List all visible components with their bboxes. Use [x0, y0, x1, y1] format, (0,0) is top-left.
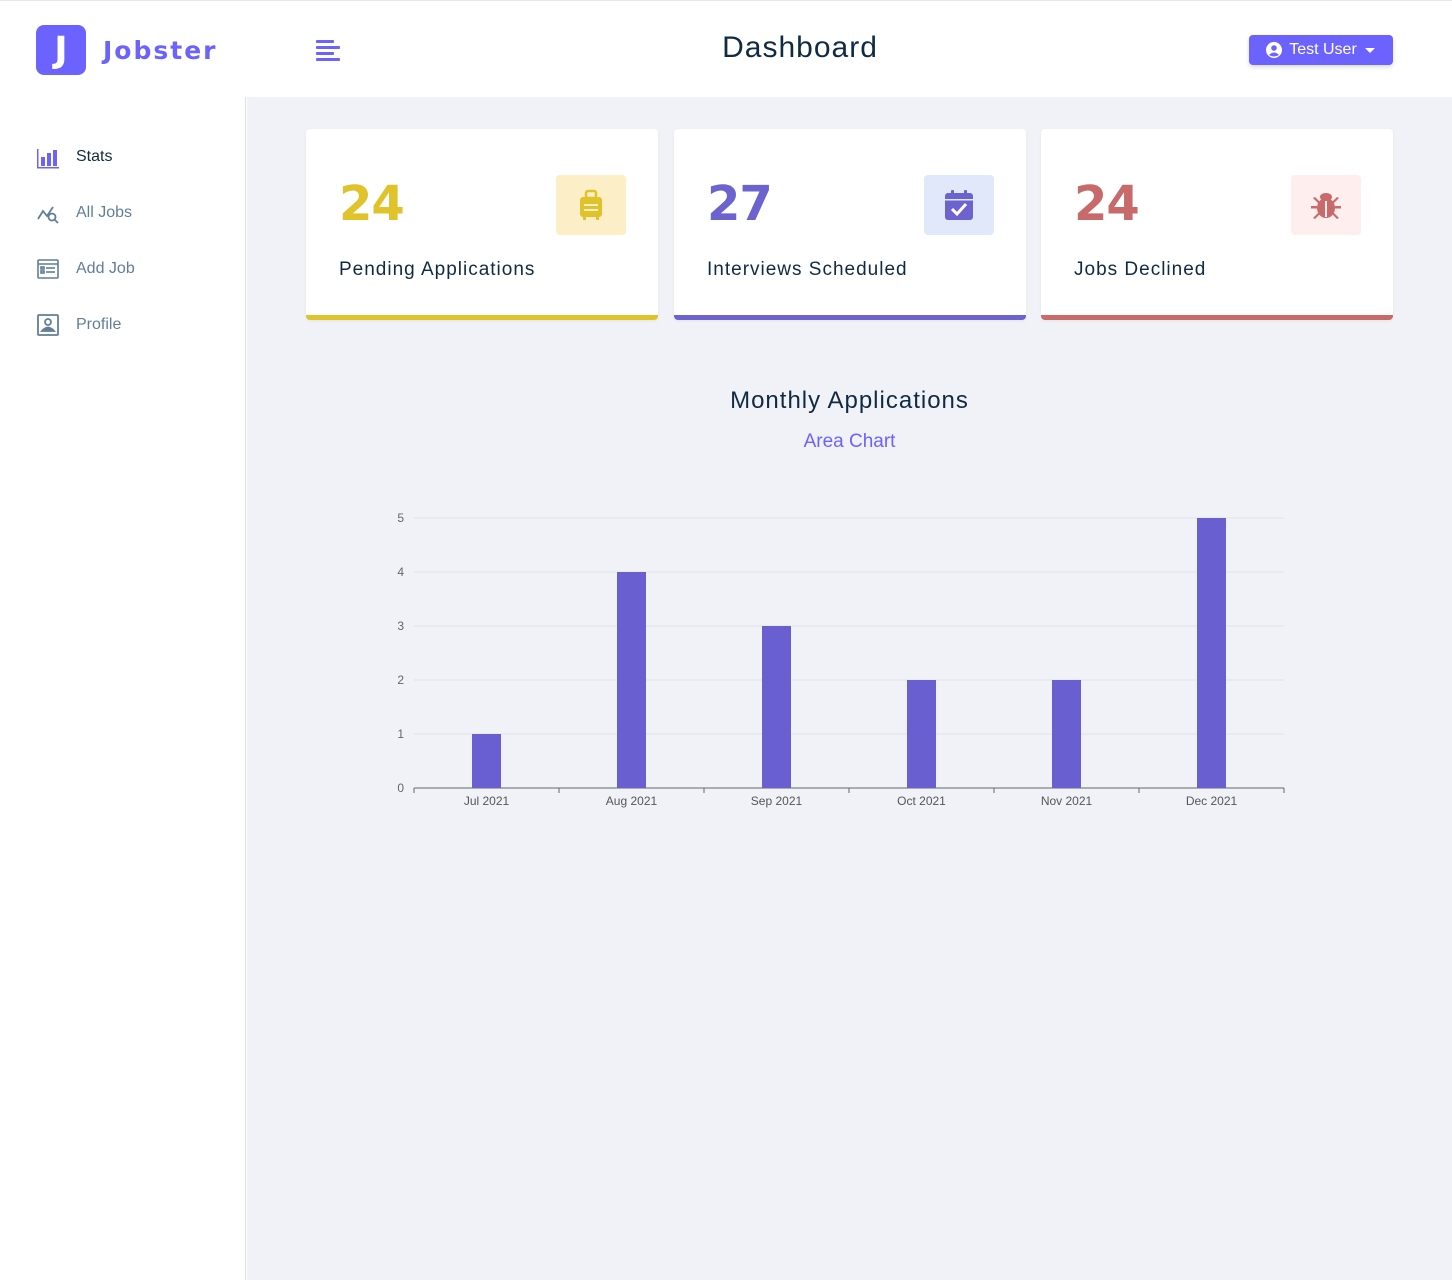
id-badge-icon: [36, 313, 60, 337]
chart-type-toggle[interactable]: Area Chart: [747, 431, 952, 453]
sidebar: Stats All Jobs Add Job Profile: [0, 97, 246, 1280]
x-tick-label: Oct 2021: [897, 794, 946, 808]
bar: [472, 734, 501, 788]
y-tick-label: 2: [397, 673, 404, 687]
suitcase-icon: [556, 175, 626, 235]
stat-count: 27: [707, 176, 773, 232]
stat-underline: [674, 315, 1026, 320]
user-name: Test User: [1289, 41, 1357, 58]
bar: [617, 572, 646, 788]
stat-underline: [1041, 315, 1393, 320]
x-tick-label: Dec 2021: [1186, 794, 1238, 808]
user-circle-icon: [1266, 42, 1283, 58]
stat-card-interviews: 27 Interviews Scheduled: [674, 129, 1026, 320]
x-tick-label: Sep 2021: [751, 794, 803, 808]
sidebar-item-add-job[interactable]: Add Job: [36, 255, 135, 283]
bug-icon: [1291, 175, 1361, 235]
y-tick-label: 5: [397, 511, 404, 525]
y-tick-label: 1: [397, 727, 404, 741]
y-tick-label: 3: [397, 619, 404, 633]
stat-underline: [306, 315, 658, 320]
logo[interactable]: J Jobster: [36, 25, 218, 75]
sidebar-item-label: Profile: [76, 316, 122, 333]
y-tick-label: 0: [397, 781, 404, 795]
x-tick-label: Nov 2021: [1041, 794, 1093, 808]
bar-chart-icon: [36, 145, 60, 169]
chart-title: Monthly Applications: [730, 387, 969, 414]
top-navbar: J Jobster Dashboard Test User: [0, 0, 1452, 97]
sidebar-item-all-jobs[interactable]: All Jobs: [36, 199, 132, 227]
form-icon: [36, 257, 60, 281]
stat-count: 24: [1074, 176, 1140, 232]
logo-text: Jobster: [103, 35, 218, 65]
x-tick-label: Jul 2021: [464, 794, 510, 808]
sidebar-toggle-button[interactable]: [313, 35, 343, 65]
bar: [762, 626, 791, 788]
stat-label: Interviews Scheduled: [707, 259, 908, 280]
sidebar-item-label: All Jobs: [76, 204, 133, 221]
monthly-applications-chart: 0 1 2 3 4 5 Jul 2021 Aug 2021 Sep 2021 Oct 2021 No…: [397, 511, 1285, 808]
sidebar-item-label: Stats: [76, 148, 113, 165]
calendar-check-icon: [924, 175, 994, 235]
sidebar-item-stats[interactable]: Stats: [36, 143, 112, 171]
page-title: Dashboard: [722, 31, 878, 64]
stat-count: 24: [339, 176, 405, 232]
caret-down-icon: [1364, 48, 1375, 53]
stat-card-declined: 24 Jobs Declined: [1041, 129, 1393, 320]
y-tick-label: 4: [397, 565, 404, 579]
bar: [1052, 680, 1081, 788]
stat-label: Jobs Declined: [1074, 259, 1207, 280]
stat-card-pending: 24 Pending Applications: [306, 129, 658, 320]
chart-search-icon: [36, 201, 60, 225]
stat-label: Pending Applications: [339, 259, 536, 280]
x-tick-label: Aug 2021: [606, 794, 658, 808]
bar: [1197, 518, 1226, 788]
sidebar-item-profile[interactable]: Profile: [36, 311, 121, 339]
user-menu-button[interactable]: Test User: [1249, 35, 1393, 65]
menu-icon: [316, 40, 340, 61]
main-content: 24 Pending Applications 27 Interviews Sc…: [247, 97, 1452, 1280]
bar: [907, 680, 936, 788]
sidebar-item-label: Add Job: [76, 260, 135, 277]
logo-mark: J: [36, 25, 86, 75]
